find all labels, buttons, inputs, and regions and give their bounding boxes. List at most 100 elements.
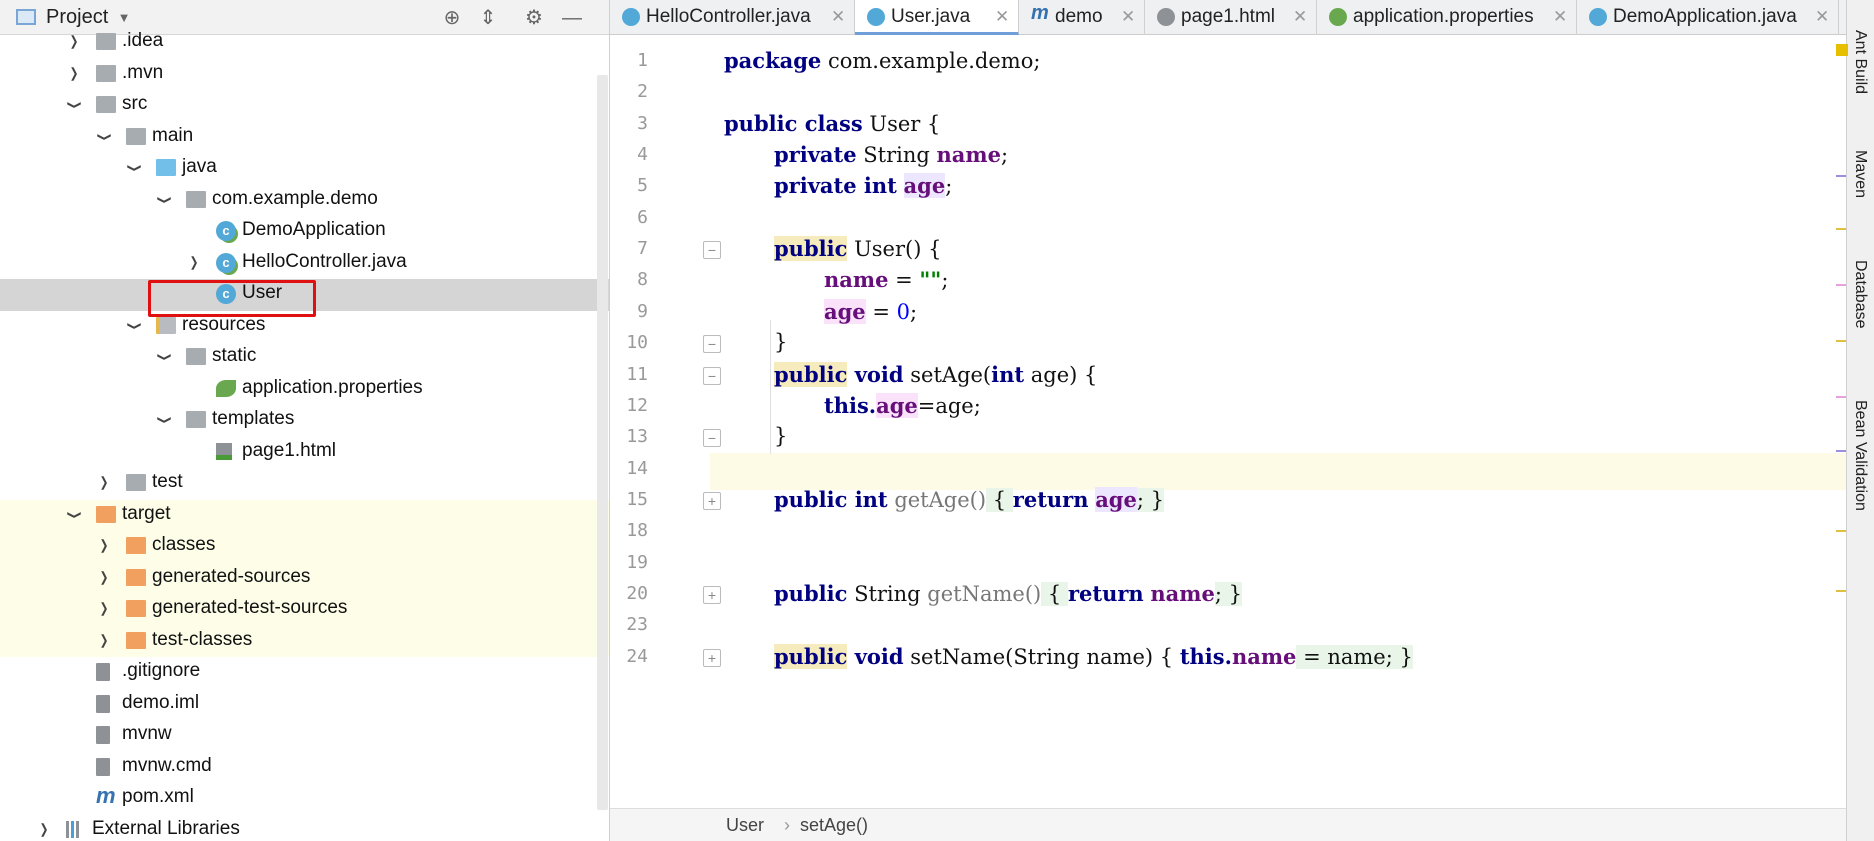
project-scrollbar[interactable] [597, 75, 608, 810]
tree-item[interactable]: ❮ src [0, 90, 609, 122]
line-number: 10 [626, 332, 648, 353]
close-icon[interactable]: ✕ [995, 7, 1009, 27]
chevron-right-icon[interactable]: ❯ [98, 600, 109, 618]
tool-ant-build[interactable]: Ant Build [1851, 30, 1869, 94]
tree-item[interactable]: ❮ static [0, 342, 609, 374]
tree-item[interactable]: ❯ .mvn [0, 59, 609, 91]
tree-item[interactable]: ❯ generated-test-sources [0, 594, 609, 626]
tool-bean-validation[interactable]: Bean Validation [1851, 400, 1869, 511]
chevron-down-icon[interactable]: ❮ [155, 194, 173, 205]
fold-collapse-icon[interactable]: − [703, 241, 721, 259]
tree-item[interactable]: ❯ classes [0, 531, 609, 563]
chevron-down-icon[interactable]: ❮ [155, 351, 173, 362]
editor-tab[interactable]: DemoApplication.java ✕ [1577, 0, 1839, 35]
tree-item[interactable]: c DemoApplication [0, 216, 609, 248]
error-stripe-mark[interactable] [1836, 396, 1846, 398]
tree-item[interactable]: ❯ generated-sources [0, 562, 609, 594]
fold-collapse-icon[interactable]: − [703, 429, 721, 447]
close-icon[interactable]: ✕ [831, 7, 845, 27]
editor-tab-label: DemoApplication.java [1613, 6, 1797, 27]
line-number: 13 [626, 426, 648, 447]
chevron-down-icon[interactable]: ❮ [125, 320, 143, 331]
text-file-icon [96, 757, 110, 776]
tree-item[interactable]: ❮ java [0, 153, 609, 185]
chevron-right-icon[interactable]: ❯ [188, 254, 199, 272]
warning-indicator-icon[interactable] [1836, 44, 1848, 56]
tree-item[interactable]: ❮ templates [0, 405, 609, 437]
error-stripe-mark[interactable] [1836, 228, 1846, 230]
fold-expand-icon[interactable]: + [703, 492, 721, 510]
chevron-right-icon[interactable]: ❯ [68, 65, 79, 83]
tree-item[interactable]: ❯ External Libraries [0, 815, 609, 841]
tree-item[interactable]: ❯ .idea [0, 27, 609, 59]
tree-item-label: target [122, 502, 171, 524]
tree-item[interactable]: ❯ c HelloController.java [0, 248, 609, 280]
spring-class-icon [622, 8, 640, 26]
line-number: 12 [626, 395, 648, 416]
line-number: 18 [626, 520, 648, 541]
error-stripe-mark[interactable] [1836, 175, 1846, 177]
tree-item-label: classes [152, 534, 216, 555]
editor-tab[interactable]: page1.html ✕ [1145, 0, 1317, 35]
close-icon[interactable]: ✕ [1815, 7, 1829, 27]
tree-item[interactable]: ❯ test-classes [0, 625, 609, 657]
close-icon[interactable]: ✕ [1121, 7, 1135, 27]
fold-collapse-icon[interactable]: − [703, 335, 721, 353]
tree-item[interactable]: mvnw.cmd [0, 752, 609, 784]
error-stripe-mark[interactable] [1836, 450, 1846, 452]
fold-collapse-icon[interactable]: − [703, 367, 721, 385]
editor-tab[interactable]: HelloController.java ✕ [610, 0, 855, 35]
chevron-right-icon[interactable]: ❯ [38, 821, 49, 839]
editor-tab[interactable]: application.properties ✕ [1317, 0, 1577, 35]
tree-item[interactable]: m pom.xml [0, 783, 609, 815]
close-icon[interactable]: ✕ [1293, 7, 1307, 27]
editor-tab[interactable]: m demo ✕ [1019, 0, 1145, 35]
project-panel-title[interactable]: Project [46, 6, 108, 29]
line-number: 14 [626, 458, 648, 479]
project-icon [16, 9, 36, 25]
chevron-down-icon[interactable]: ❮ [65, 99, 83, 110]
tree-item-label: templates [212, 408, 295, 429]
excluded-folder-icon [126, 631, 146, 649]
chevron-right-icon[interactable]: ❯ [68, 33, 79, 51]
breadcrumb-class[interactable]: User [726, 815, 764, 836]
tool-database[interactable]: Database [1851, 260, 1869, 329]
code-editor[interactable]: 1 2 3 4 5 6 7 8 9 10 11 12 13 14 15 18 19 20 23 24 package … [610, 35, 1846, 808]
tree-item[interactable]: page1.html [0, 437, 609, 469]
tree-item[interactable]: demo.iml [0, 689, 609, 721]
chevron-down-icon[interactable]: ❮ [65, 509, 83, 520]
tree-item[interactable]: mvnw [0, 720, 609, 752]
tree-item[interactable]: ❮ target [0, 499, 609, 531]
class-icon [867, 8, 885, 26]
chevron-down-icon[interactable]: ❮ [155, 414, 173, 425]
tree-item[interactable]: ❮ com.example.demo [0, 185, 609, 217]
tree-item[interactable]: application.properties [0, 374, 609, 406]
tree-item[interactable]: ❯ test [0, 468, 609, 500]
tool-maven[interactable]: Maven [1851, 150, 1869, 198]
chevron-right-icon[interactable]: ❯ [98, 537, 109, 555]
tree-item-label: page1.html [242, 439, 337, 461]
error-stripe-mark[interactable] [1836, 340, 1846, 342]
code-line-9: age = 0; [824, 299, 918, 324]
code-line-15: public int getAge() { return age; } [774, 487, 1164, 512]
chevron-right-icon[interactable]: ❯ [98, 569, 109, 587]
chevron-right-icon[interactable]: ❯ [98, 474, 109, 492]
close-icon[interactable]: ✕ [1553, 7, 1567, 27]
error-stripe-mark[interactable] [1836, 284, 1846, 286]
chevron-down-icon[interactable]: ❮ [125, 162, 143, 173]
tree-item-label: main [152, 124, 194, 146]
tree-item-label: generated-sources [152, 565, 311, 587]
fold-expand-icon[interactable]: + [703, 586, 721, 604]
fold-expand-icon[interactable]: + [703, 649, 721, 667]
tree-item[interactable]: ❮ main [0, 122, 609, 154]
breadcrumb-method[interactable]: setAge() [800, 815, 868, 836]
editor-tab[interactable]: User.java ✕ [855, 0, 1019, 35]
breadcrumb: User › setAge() [610, 808, 1846, 841]
tree-item[interactable]: .gitignore [0, 657, 609, 689]
line-number: 23 [626, 614, 648, 635]
error-stripe-mark[interactable] [1836, 590, 1846, 592]
error-stripe-mark[interactable] [1836, 530, 1846, 532]
chevron-down-icon[interactable]: ❮ [95, 131, 113, 142]
chevron-right-icon[interactable]: ❯ [98, 632, 109, 650]
source-folder-icon [156, 159, 176, 176]
